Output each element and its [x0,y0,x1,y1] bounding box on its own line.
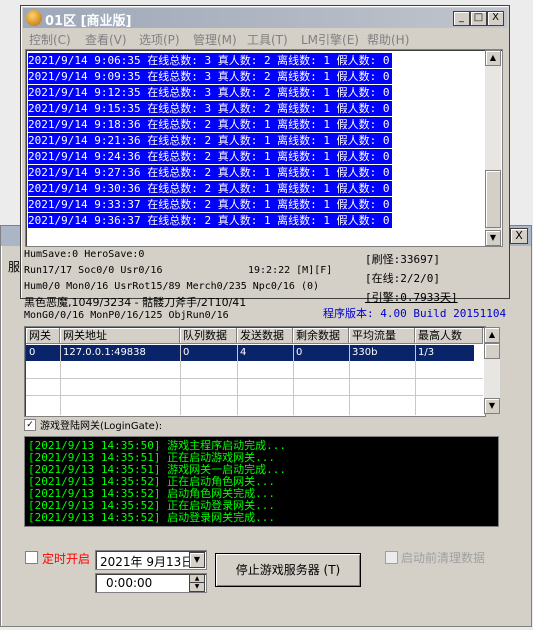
log-row[interactable]: 2021/9/14 9:18:36 在线总数: 2 真人数: 1 离线数: 1 … [28,117,392,132]
online-stat: [在线:2/2/0] [365,272,440,285]
time-picker[interactable]: 0:00:00 ▲ ▼ [95,573,207,593]
grid-line [293,345,294,415]
login-gate-label: 游戏登陆网关(LoginGate): [40,421,163,432]
col-header-address[interactable]: 网关地址 [60,328,180,344]
menu-bar: 控制(C) 查看(V) 选项(P) 管理(M) 工具(T) LM引擎(E) 帮助… [23,29,507,47]
cell-remaining: 0 [296,347,303,358]
log-row[interactable]: 2021/9/14 9:27:36 在线总数: 2 真人数: 1 离线数: 1 … [28,165,392,180]
log-row[interactable]: 2021/9/14 9:06:35 在线总数: 3 真人数: 2 离线数: 1 … [28,53,392,68]
cell-sent: 4 [240,347,247,358]
scroll-up-icon[interactable]: ▲ [485,50,501,66]
tab-stub[interactable]: 服 [8,258,20,275]
col-header-gate[interactable]: 网关 [26,328,60,344]
menu-control[interactable]: 控制(C) [29,31,71,48]
spin-down-icon[interactable]: ▼ [189,582,205,592]
cell-max-users: 1/3 [418,347,435,358]
mon-text: MonG0/0/16 MonP0/16/125 ObjRun0/16 [24,310,229,321]
date-value: 2021年 9月13日 [100,555,194,569]
back-window-close-button[interactable]: X [510,228,528,244]
grid-line [349,345,350,415]
grid-line [237,345,238,415]
col-header-max-users[interactable]: 最高人数 [415,328,483,344]
humsave-text: HumSave:0 HeroSave:0 [24,249,145,260]
log-row[interactable]: 2021/9/14 9:36:37 在线总数: 2 真人数: 1 离线数: 1 … [28,213,392,228]
date-picker[interactable]: 2021年 9月13日 ▼ [95,550,207,570]
log-row[interactable]: 2021/9/14 9:24:36 在线总数: 2 真人数: 1 离线数: 1 … [28,149,392,164]
cell-avg-traffic: 330b [352,347,378,358]
col-header-remaining[interactable]: 剩余数据 [293,328,349,344]
cell-gate: 0 [29,347,36,358]
scroll-thumb[interactable] [484,343,500,359]
col-header-queue[interactable]: 队列数据 [180,328,237,344]
cell-address: 127.0.0.1:49838 [63,347,146,358]
online-log-list[interactable]: 2021/9/14 9:06:35 在线总数: 3 真人数: 2 离线数: 1 … [25,49,503,247]
stop-server-button[interactable]: 停止游戏服务器 (T) [215,553,361,587]
time-value: 0:00:00 [106,576,153,590]
login-gate-checkbox[interactable]: ✓ [24,419,36,431]
col-header-avg-traffic[interactable]: 平均流量 [349,328,415,344]
run-text: Run17/17 Soc0/0 Usr0/16 [24,265,163,276]
window-title: 01区 [商业版] [45,14,132,29]
scroll-down-icon[interactable]: ▼ [484,398,500,414]
scroll-down-icon[interactable]: ▼ [485,230,501,246]
startup-console: [2021/9/13 14:35:50] 游戏主程序启动完成... [2021/… [24,436,499,527]
menu-manage[interactable]: 管理(M) [193,31,237,48]
gateway-table[interactable]: 网关 网关地址 队列数据 发送数据 剩余数据 平均流量 最高人数 0 127.0… [24,326,500,417]
grid-line [60,345,61,415]
refresh-monster-stat: [刷怪:33697] [365,253,440,266]
clean-data-checkbox[interactable] [385,551,398,564]
menu-view[interactable]: 查看(V) [85,31,127,48]
log-row[interactable]: 2021/9/14 9:33:37 在线总数: 2 真人数: 1 离线数: 1 … [28,197,392,212]
menu-options[interactable]: 选项(P) [139,31,180,48]
log-row[interactable]: 2021/9/14 9:09:35 在线总数: 3 真人数: 2 离线数: 1 … [28,69,392,84]
cell-queue: 0 [183,347,190,358]
hum-text: Hum0/0 Mon0/16 UsrRot15/89 Merch0/235 Np… [24,281,320,292]
monster-text: 黑色恶魔,1049/3234 - 骷髅刀斧手/2T10/41 [24,296,247,309]
clean-data-label: 启动前清理数据 [401,551,486,565]
app-icon [26,10,42,26]
menu-help[interactable]: 帮助(H) [367,31,409,48]
scroll-up-icon[interactable]: ▲ [484,327,500,343]
menu-tools[interactable]: 工具(T) [247,31,288,48]
maximize-button[interactable]: □ [470,11,487,26]
engine-stat-link[interactable]: [引擎:0.7933天] [365,289,458,305]
grid-line [415,345,416,415]
minimize-button[interactable]: _ [453,11,470,26]
version-text: 程序版本: 4.00 Build 20151104 [323,307,507,320]
log-row[interactable]: 2021/9/14 9:15:35 在线总数: 3 真人数: 2 离线数: 1 … [28,101,392,116]
table-scrollbar[interactable]: ▲ ▼ [484,327,500,414]
window-titlebar[interactable]: 01区 [商业版] _ □ X [23,8,507,29]
dropdown-arrow-icon[interactable]: ▼ [189,552,205,568]
log-row[interactable]: 2021/9/14 9:21:36 在线总数: 2 真人数: 1 离线数: 1 … [28,133,392,148]
console-line: [2021/9/13 14:35:52] 启动登录网关完成... [28,511,275,524]
log-row[interactable]: 2021/9/14 9:12:35 在线总数: 3 真人数: 2 离线数: 1 … [28,85,392,100]
timer-checkbox[interactable] [25,551,38,564]
log-row[interactable]: 2021/9/14 9:30:36 在线总数: 2 真人数: 1 离线数: 1 … [28,181,392,196]
log-scrollbar[interactable]: ▲ ▼ [485,50,501,246]
timer-label: 定时开启 [42,552,91,566]
scroll-thumb[interactable] [485,170,501,228]
grid-line [180,345,181,415]
menu-lm-engine[interactable]: LM引擎(E) [301,31,359,48]
clock-text: 19:2:22 [M][F] [248,265,333,276]
close-button[interactable]: X [487,11,504,26]
col-header-sent[interactable]: 发送数据 [237,328,293,344]
